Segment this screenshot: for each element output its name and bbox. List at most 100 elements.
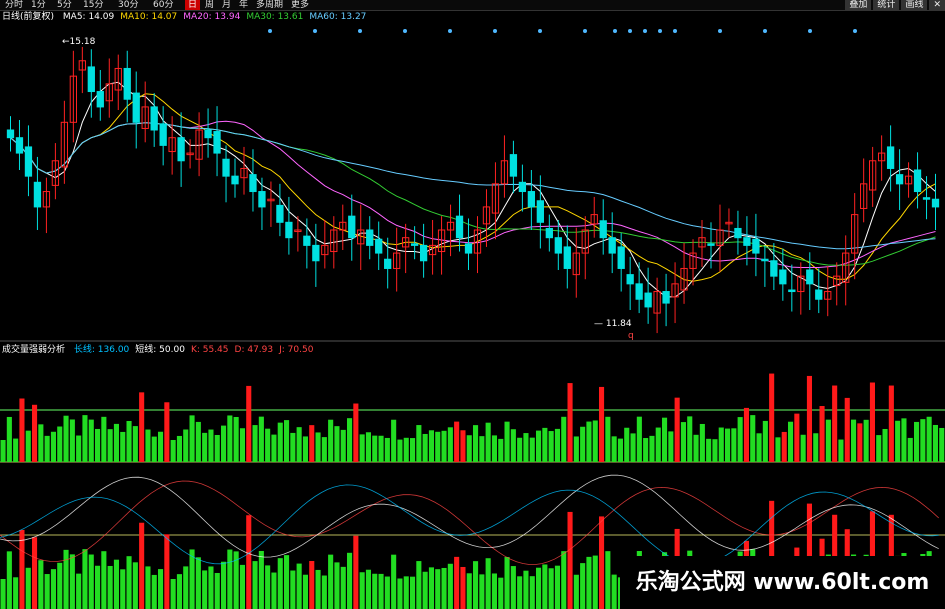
lower-bar-45 bbox=[284, 555, 290, 609]
signal-dot-24 bbox=[628, 29, 632, 33]
lower-bar-30 bbox=[189, 549, 195, 609]
upper-bar-112 bbox=[706, 438, 712, 462]
lower-bar-72 bbox=[454, 556, 460, 609]
candle-body-22 bbox=[204, 129, 212, 139]
upper-bar-129 bbox=[813, 433, 819, 462]
upper-bar-12 bbox=[76, 435, 82, 462]
candle-body-17 bbox=[159, 123, 167, 146]
upper-bar-29 bbox=[183, 429, 189, 462]
signal-dot-30 bbox=[718, 29, 722, 33]
indicator-legend-item-0: 长线: 136.00 bbox=[73, 345, 130, 355]
upper-bar-10 bbox=[63, 415, 69, 462]
signal-dot-36 bbox=[808, 29, 812, 33]
upper-bar-61 bbox=[384, 437, 390, 462]
upper-bar-40 bbox=[252, 425, 258, 462]
indicator-legend-item-2: K: 55.45 bbox=[190, 345, 229, 355]
upper-bar-90 bbox=[567, 383, 573, 462]
upper-bar-16 bbox=[101, 416, 107, 462]
upper-bar-42 bbox=[265, 428, 271, 462]
lower-bar-65 bbox=[410, 576, 416, 609]
upper-bar-143 bbox=[901, 418, 907, 462]
upper-bar-30 bbox=[189, 415, 195, 462]
upper-bar-88 bbox=[554, 428, 560, 462]
lower-bar-55 bbox=[347, 552, 353, 609]
lower-bar-51 bbox=[321, 575, 327, 609]
upper-bar-107 bbox=[674, 397, 680, 462]
candle-body-66 bbox=[599, 220, 607, 239]
candle-body-68 bbox=[617, 246, 625, 269]
ma-line-4 bbox=[10, 122, 936, 250]
upper-bar-26 bbox=[164, 402, 170, 462]
upper-bar-22 bbox=[139, 392, 145, 462]
lower-bar-35 bbox=[221, 561, 227, 609]
upper-bar-94 bbox=[592, 420, 598, 462]
lower-bar-31 bbox=[195, 557, 201, 609]
lower-bar-3 bbox=[19, 529, 25, 609]
lower-bar-5 bbox=[32, 537, 38, 609]
lower-bar-68 bbox=[428, 567, 434, 609]
lower-bar-13 bbox=[82, 549, 88, 609]
upper-bar-63 bbox=[397, 439, 403, 462]
lower-bar-80 bbox=[504, 556, 510, 609]
upper-bar-0 bbox=[0, 440, 6, 462]
upper-bar-53 bbox=[334, 426, 340, 462]
lower-bar-59 bbox=[372, 573, 378, 609]
upper-bar-121 bbox=[762, 420, 768, 462]
upper-bar-21 bbox=[132, 426, 138, 462]
candle-body-40 bbox=[366, 229, 374, 246]
signal-dot-15 bbox=[493, 29, 497, 33]
upper-bar-68 bbox=[428, 430, 434, 462]
lower-bar-90 bbox=[567, 511, 573, 609]
lower-bar-33 bbox=[208, 566, 214, 609]
lower-bar-82 bbox=[517, 576, 523, 609]
upper-bar-84 bbox=[529, 437, 535, 462]
upper-bar-101 bbox=[636, 416, 642, 462]
upper-bar-135 bbox=[851, 419, 857, 462]
upper-bar-36 bbox=[227, 415, 233, 462]
upper-bar-54 bbox=[340, 429, 346, 462]
upper-bar-20 bbox=[126, 420, 132, 462]
signal-dot-3 bbox=[313, 29, 317, 33]
upper-bar-77 bbox=[485, 422, 491, 462]
lower-bar-61 bbox=[384, 576, 390, 609]
upper-bar-95 bbox=[599, 386, 605, 462]
candle-body-16 bbox=[150, 106, 158, 131]
upper-bar-111 bbox=[699, 423, 705, 462]
upper-bar-1 bbox=[6, 416, 12, 462]
lower-bar-70 bbox=[441, 567, 447, 609]
lower-bar-79 bbox=[498, 577, 504, 609]
candle-body-58 bbox=[527, 191, 536, 208]
lower-bar-14 bbox=[88, 554, 94, 609]
candle-body-34 bbox=[312, 244, 320, 262]
lower-bar-27 bbox=[170, 578, 176, 609]
upper-bar-43 bbox=[271, 434, 277, 462]
upper-bar-38 bbox=[239, 428, 245, 462]
lower-bar-1 bbox=[6, 551, 12, 609]
upper-bar-64 bbox=[403, 437, 409, 462]
lower-bar-53 bbox=[334, 562, 340, 609]
upper-bar-7 bbox=[44, 435, 50, 462]
signal-dot-18 bbox=[538, 29, 542, 33]
upper-bar-37 bbox=[233, 416, 239, 462]
candle-body-86 bbox=[779, 269, 787, 285]
upper-bar-102 bbox=[643, 438, 649, 462]
upper-bar-122 bbox=[769, 373, 775, 462]
candle-body-24 bbox=[222, 158, 230, 177]
upper-bar-62 bbox=[391, 419, 397, 462]
stock-chart[interactable]: ←15.18 — 11.84 q bbox=[0, 0, 945, 609]
lower-bar-36 bbox=[227, 549, 233, 609]
upper-bar-78 bbox=[491, 435, 497, 462]
candle-body-25 bbox=[231, 175, 239, 185]
lower-bar-6 bbox=[38, 560, 44, 609]
upper-bar-34 bbox=[214, 434, 220, 462]
upper-bar-14 bbox=[88, 419, 94, 462]
upper-bar-118 bbox=[743, 407, 749, 462]
candle-body-3 bbox=[33, 181, 42, 208]
upper-bar-87 bbox=[548, 431, 554, 462]
upper-bar-105 bbox=[662, 417, 668, 462]
lower-bar-44 bbox=[277, 558, 283, 609]
upper-bar-119 bbox=[750, 415, 756, 462]
upper-bar-115 bbox=[725, 428, 731, 462]
upper-bar-79 bbox=[498, 438, 504, 462]
lower-bar-52 bbox=[328, 554, 334, 609]
